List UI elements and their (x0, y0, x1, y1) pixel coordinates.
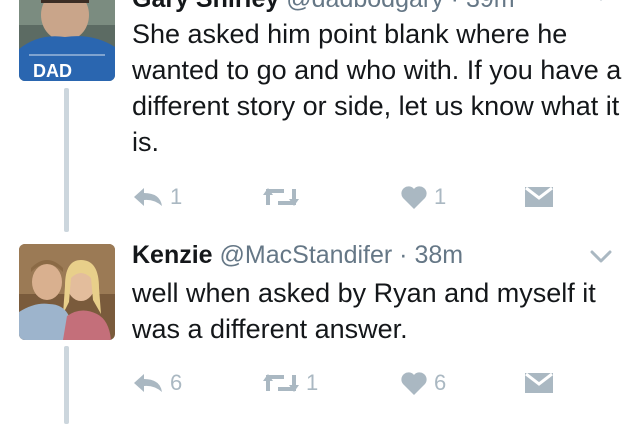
chevron-down-icon[interactable] (590, 0, 612, 7)
like-count: 1 (434, 184, 447, 209)
tweet-text: She asked him point blank where he wante… (132, 19, 622, 157)
reply-count: 6 (170, 370, 183, 395)
tweet-text: well when asked by Ryan and myself it wa… (132, 278, 596, 344)
direct-message-button[interactable] (524, 182, 554, 212)
tweet-header: Kenzie @MacStandifer · 38m (132, 240, 463, 270)
reply-icon (134, 188, 162, 206)
avatar-gary[interactable]: DAD (19, 0, 115, 81)
retweet-icon (263, 188, 299, 206)
retweet-count: 1 (306, 370, 319, 395)
like-icon (401, 186, 427, 209)
direct-message-icon (525, 186, 553, 207)
author-handle[interactable]: @dadbodgary (286, 0, 443, 13)
tweet-actions: 6 1 6 (132, 368, 572, 398)
reply-icon (134, 374, 162, 392)
like-button[interactable]: 1 (400, 182, 446, 212)
retweet-button[interactable] (262, 182, 306, 212)
thread-line (64, 346, 69, 424)
retweet-button[interactable]: 1 (262, 368, 318, 398)
direct-message-button[interactable] (524, 368, 554, 398)
timestamp[interactable]: 38m (414, 241, 463, 269)
author-name[interactable]: Kenzie (132, 241, 213, 269)
separator: · (451, 0, 459, 13)
thread-line (64, 88, 69, 232)
like-count: 6 (434, 370, 447, 395)
retweet-icon (263, 374, 299, 392)
author-name[interactable]: Gary Shirley (132, 0, 279, 13)
author-handle[interactable]: @MacStandifer (220, 241, 393, 269)
chevron-down-icon[interactable] (590, 250, 612, 269)
avatar-shirt-text: DAD (33, 61, 72, 81)
like-icon (401, 372, 427, 395)
like-button[interactable]: 6 (400, 368, 446, 398)
tweet-2[interactable]: Kenzie @MacStandifer · 38m well when ask… (0, 232, 632, 424)
reply-count: 1 (170, 184, 183, 209)
tweet-header: Gary Shirley @dadbodgary · 39m (132, 0, 515, 14)
direct-message-icon (525, 372, 553, 393)
reply-button[interactable]: 1 (132, 182, 182, 212)
tweet-actions: 1 1 (132, 182, 572, 212)
reply-button[interactable]: 6 (132, 368, 182, 398)
separator: · (399, 241, 408, 269)
tweet-1[interactable]: DAD Gary Shirley @dadbodgary · 39m She a… (0, 0, 632, 232)
avatar-kenzie[interactable] (19, 244, 115, 340)
timestamp[interactable]: 39m (466, 0, 515, 13)
